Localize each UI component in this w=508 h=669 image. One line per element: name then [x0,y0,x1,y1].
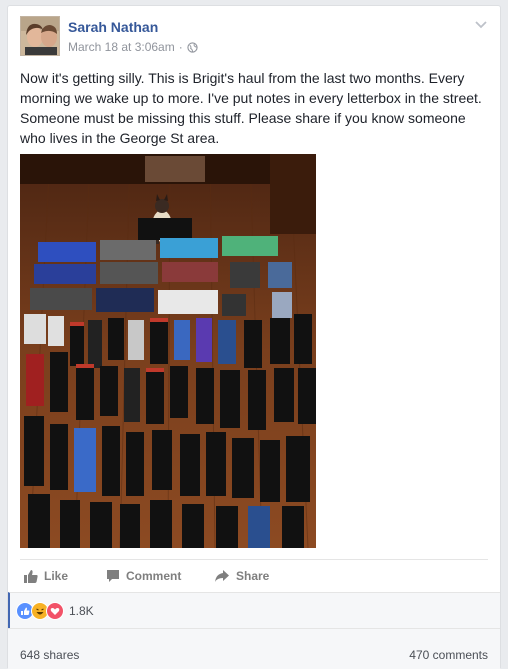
like-button[interactable]: Like [24,569,68,583]
comment-button[interactable]: Comment [106,569,181,583]
reaction-count[interactable]: 1.8K [69,604,94,618]
post-meta: March 18 at 3:06am · [68,40,198,54]
meta-separator: · [178,40,183,54]
comments-count[interactable]: 470 comments [409,648,488,662]
post-text: Now it's getting silly. This is Brigit's… [20,70,482,146]
like-label: Like [44,569,69,583]
avatar[interactable] [20,16,60,56]
post-actions: Like Comment Share [20,564,486,588]
avatar-photo [21,17,59,55]
post-photo[interactable] [20,154,316,548]
actions-divider [20,559,488,560]
share-button[interactable]: Share [214,569,269,583]
comment-label: Comment [126,569,182,583]
comment-icon [107,570,119,582]
post-timestamp[interactable]: March 18 at 3:06am [68,40,175,54]
post-header: Sarah Nathan March 18 at 3:06am · [20,16,488,60]
reactions-bar: 1.8K [8,592,500,628]
photo-socks-and-underwear [20,154,316,548]
globe-icon[interactable] [187,41,198,53]
thumbs-up-icon [24,570,38,583]
shares-comments-bar: 648 shares 470 comments [8,628,500,669]
shares-count[interactable]: 648 shares [20,648,79,662]
post-card: Sarah Nathan March 18 at 3:06am · Now it… [7,5,501,669]
author-name[interactable]: Sarah Nathan [68,19,158,35]
share-arrow-icon [215,570,229,582]
reaction-icons[interactable] [16,601,64,620]
share-label: Share [236,569,270,583]
love-reaction-icon [46,601,64,620]
chevron-down-icon[interactable] [474,18,488,32]
